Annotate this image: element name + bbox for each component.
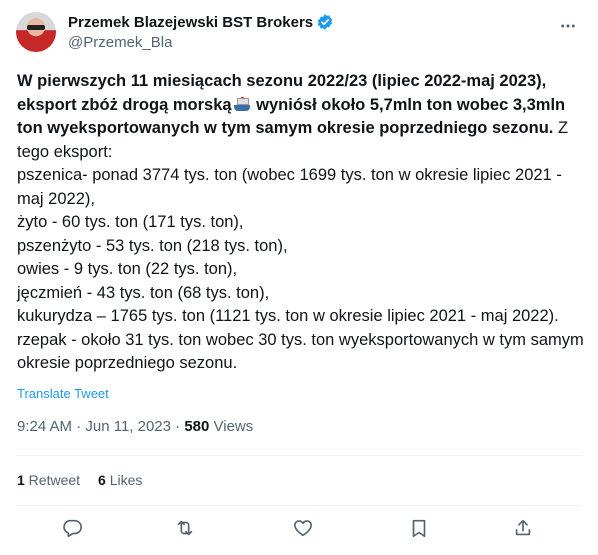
like-icon[interactable] xyxy=(292,517,316,541)
views-label: Views xyxy=(209,418,254,435)
author-names: Przemek Blazejewski BST Brokers @Przemek… xyxy=(68,12,334,51)
retweets-count: 1 xyxy=(17,472,25,488)
reply-icon[interactable] xyxy=(61,517,85,541)
tweet-timestamp[interactable]: 9:24 AM · Jun 11, 2023 · xyxy=(17,418,184,435)
retweet-icon[interactable] xyxy=(174,517,198,541)
tweet-line: kukurydza – 1765 tys. ton (1121 tys. ton… xyxy=(17,307,559,325)
tweet-intro: W pierwszych 11 miesiącach sezonu 2022/2… xyxy=(17,70,587,164)
tweet-line: owies - 9 tys. ton (22 tys. ton), xyxy=(17,260,238,278)
ship-icon xyxy=(233,96,251,112)
tweet-actions xyxy=(0,515,598,545)
likes-count: 6 xyxy=(98,472,106,488)
tweet-meta: 9:24 AM · Jun 11, 2023 · 580 Views xyxy=(17,418,253,435)
more-options-icon[interactable] xyxy=(556,14,580,38)
author-handle[interactable]: @Przemek_Bla xyxy=(68,34,334,51)
tweet-text: W pierwszych 11 miesiącach sezonu 2022/2… xyxy=(17,70,587,376)
author-display-name[interactable]: Przemek Blazejewski BST Brokers xyxy=(68,14,313,31)
verified-badge-icon xyxy=(317,14,333,30)
tweet-line: rzepak - około 31 tys. ton wobec 30 tys.… xyxy=(17,330,584,373)
bookmark-icon[interactable] xyxy=(408,517,432,541)
tweet-line: żyto - 60 tys. ton (171 tys. ton), xyxy=(17,213,244,231)
divider xyxy=(16,455,582,456)
tweet-line: pszenżyto - 53 tys. ton (218 tys. ton), xyxy=(17,236,288,255)
translate-tweet-link[interactable]: Translate Tweet xyxy=(17,386,109,401)
tweet-header: Przemek Blazejewski BST Brokers @Przemek… xyxy=(16,10,582,58)
divider xyxy=(16,505,582,506)
tweet-line: pszenica- ponad 3774 tys. ton (wobec 169… xyxy=(17,166,562,208)
avatar[interactable] xyxy=(16,12,56,52)
likes-stat[interactable]: 6 Likes xyxy=(98,472,142,488)
retweets-label: Retweet xyxy=(24,472,81,488)
share-icon[interactable] xyxy=(512,517,536,541)
views-count: 580 xyxy=(184,418,210,435)
tweet-stats: 1 Retweet 6 Likes xyxy=(17,472,142,488)
tweet-line: jęczmień - 43 tys. ton (68 tys. ton), xyxy=(17,283,270,302)
retweets-stat[interactable]: 1 Retweet xyxy=(17,472,80,488)
tweet-card: Przemek Blazejewski BST Brokers @Przemek… xyxy=(0,0,598,555)
likes-label: Likes xyxy=(105,472,143,488)
